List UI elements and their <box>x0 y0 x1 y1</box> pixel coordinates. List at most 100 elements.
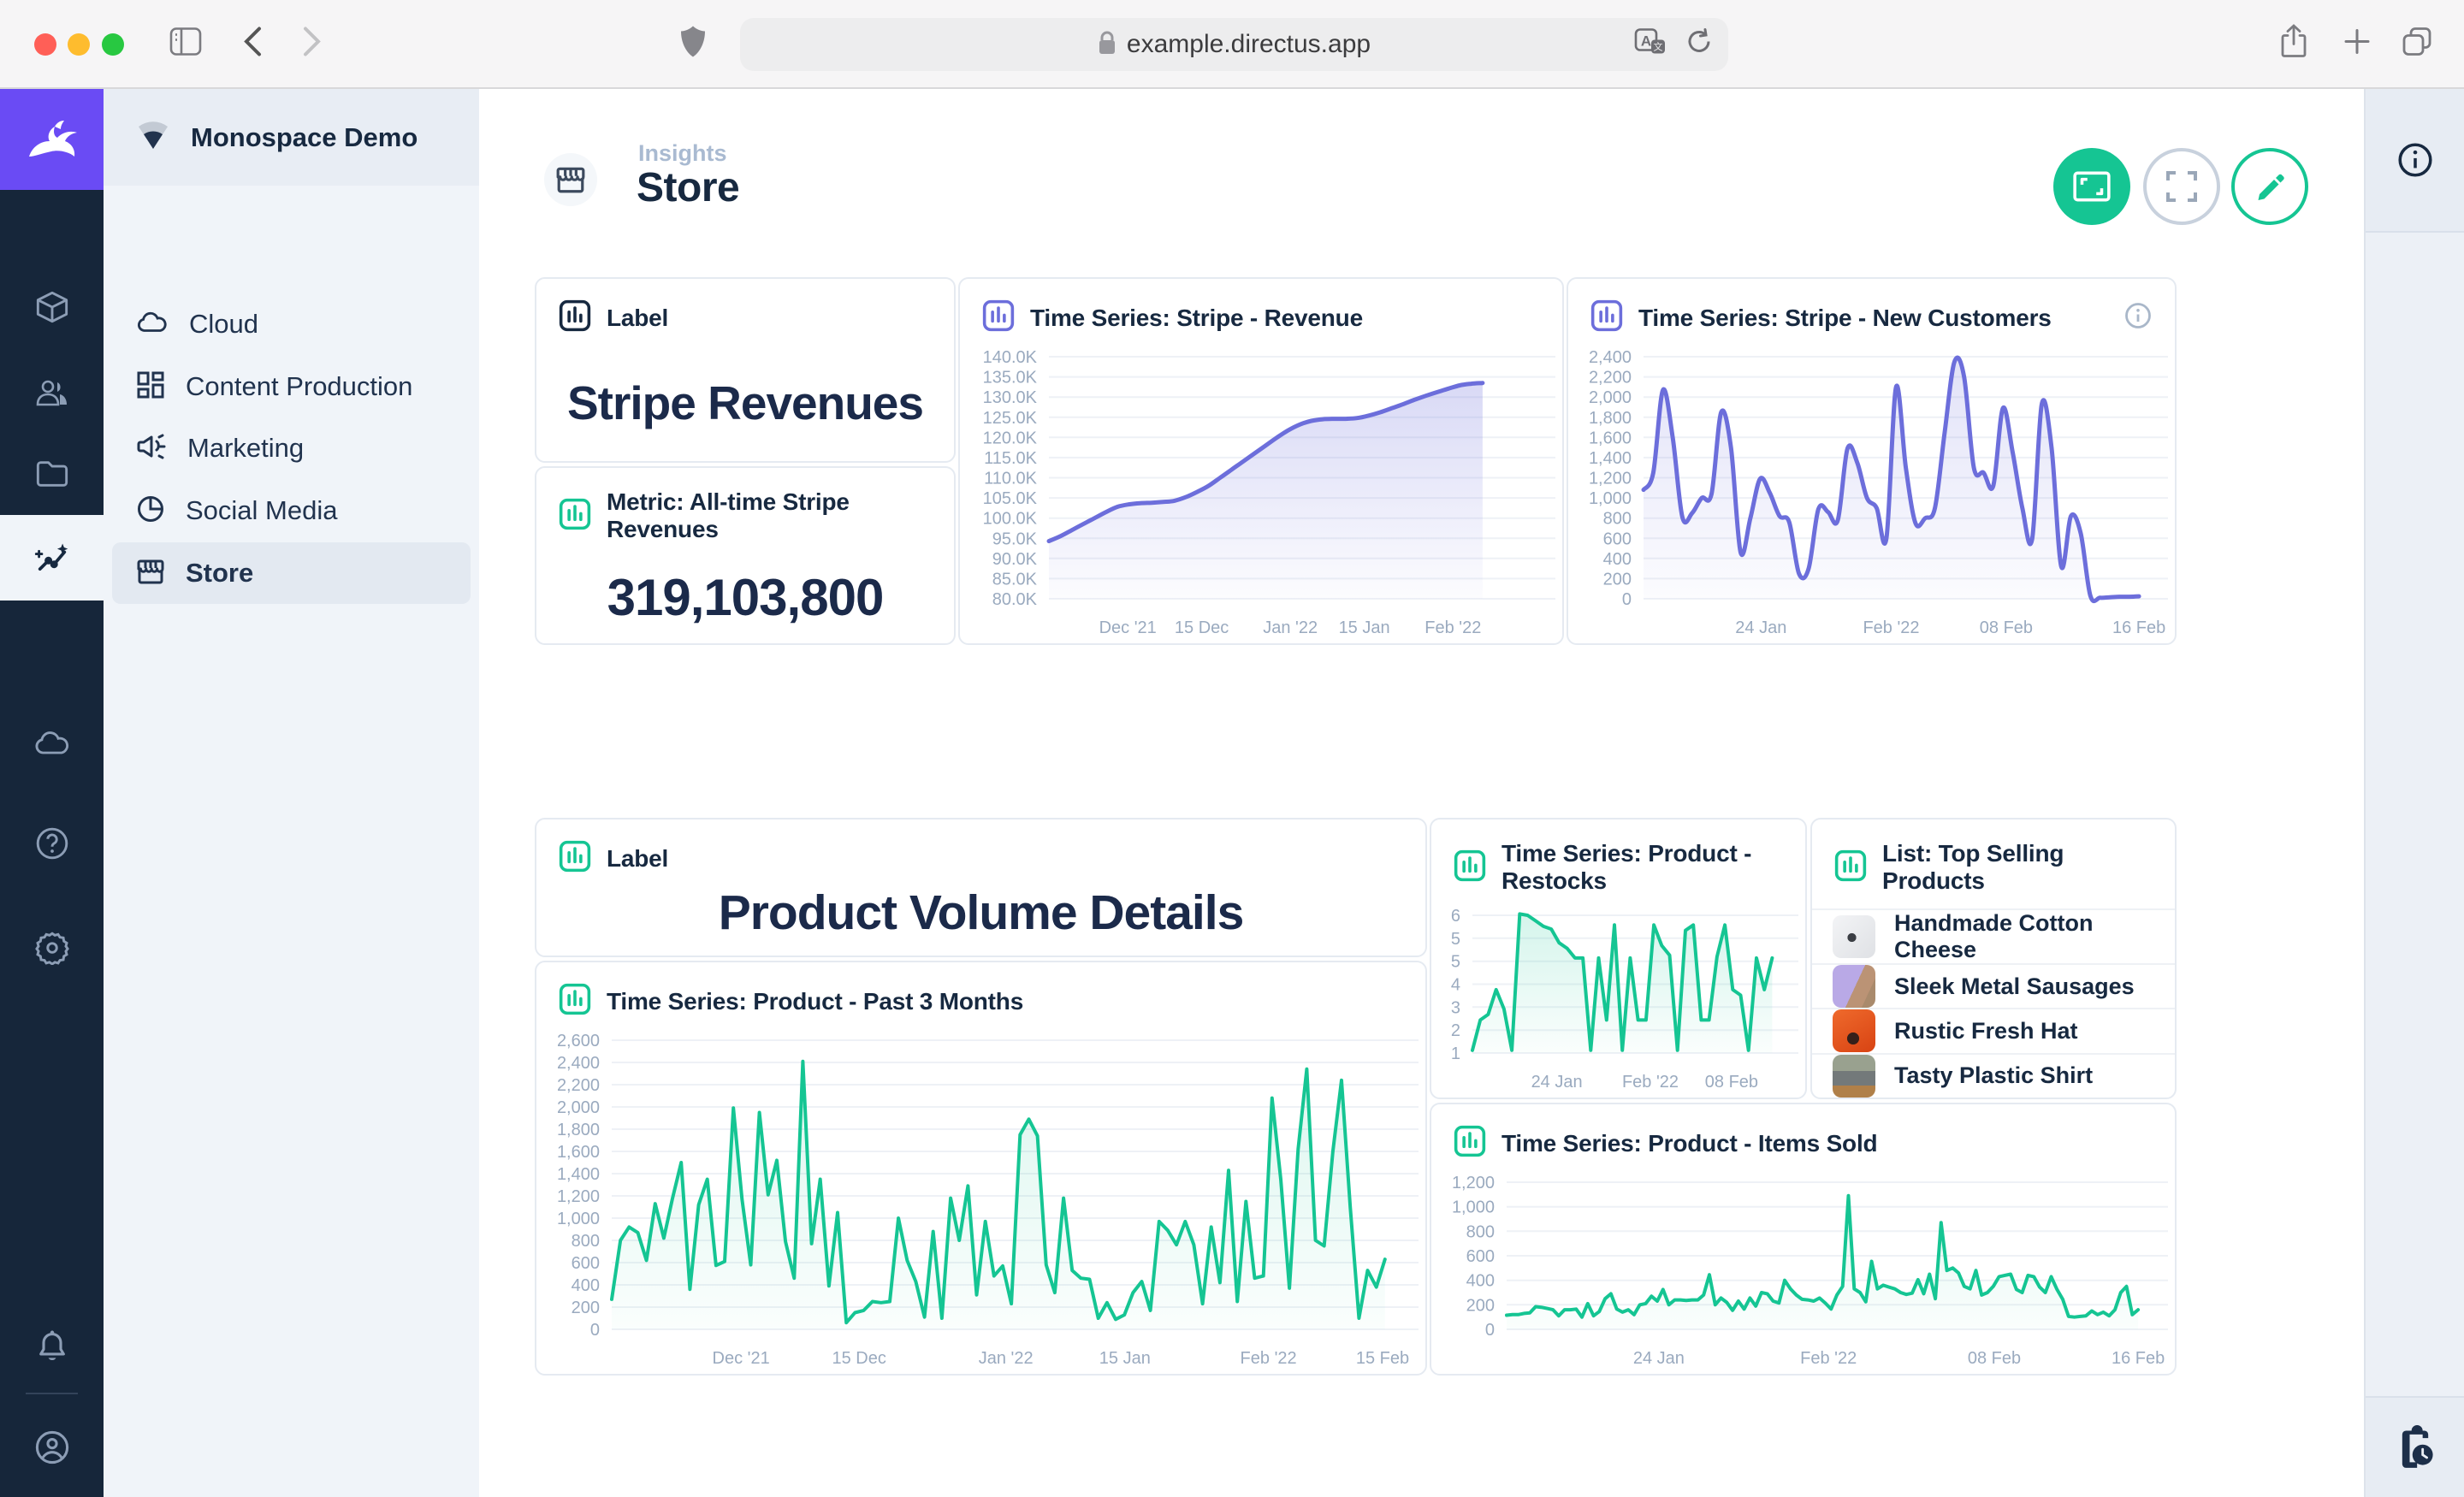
panel-title: Time Series: Product - Restocks <box>1502 840 1783 895</box>
list-item[interactable]: Handmade Cotton Cheese <box>1812 908 2175 963</box>
panel-title: Time Series: Stripe - Revenue <box>1030 305 1363 332</box>
svg-text:140.0K: 140.0K <box>983 348 1038 367</box>
activity-log-button[interactable] <box>2366 1396 2464 1497</box>
svg-text:95.0K: 95.0K <box>992 530 1038 548</box>
label-text: Product Volume Details <box>536 870 1425 956</box>
label-text: Stripe Revenues <box>536 345 954 461</box>
svg-text:2,200: 2,200 <box>557 1076 600 1095</box>
svg-text:Feb '22: Feb '22 <box>1800 1349 1857 1368</box>
right-sidebar <box>2364 89 2464 1497</box>
svg-text:16 Feb: 16 Feb <box>2112 1349 2165 1368</box>
panel-timeseries-restocks[interactable]: Time Series: Product - Restocks 12345562… <box>1430 818 1807 1099</box>
breadcrumb[interactable]: Insights <box>638 140 727 167</box>
svg-text:15 Feb: 15 Feb <box>1356 1349 1409 1368</box>
panel-type-icon <box>1590 299 1623 336</box>
sidebar-toggle-icon[interactable] <box>169 27 202 61</box>
module-help-icon[interactable] <box>0 801 104 886</box>
module-insights-icon[interactable] <box>0 515 104 601</box>
edit-dashboard-button[interactable] <box>2231 148 2308 225</box>
panel-timeseries-stripe-revenue[interactable]: Time Series: Stripe - Revenue 80.0K85.0K… <box>958 277 1564 645</box>
list-item[interactable]: Rustic Fresh Hat <box>1812 1008 2175 1052</box>
sidebar-item-marketing[interactable]: Marketing <box>112 417 471 479</box>
notifications-bell-icon[interactable] <box>0 1304 104 1389</box>
panel-title: Time Series: Product - Items Sold <box>1502 1130 1877 1157</box>
reload-icon[interactable] <box>1685 28 1713 62</box>
module-users-icon[interactable] <box>0 350 104 435</box>
svg-text:5: 5 <box>1451 930 1460 949</box>
panel-label-product[interactable]: Label Product Volume Details <box>535 818 1427 957</box>
svg-text:105.0K: 105.0K <box>983 489 1038 508</box>
panel-type-icon <box>1454 849 1486 886</box>
back-button[interactable] <box>241 25 264 63</box>
svg-text:0: 0 <box>590 1321 600 1340</box>
panel-timeseries-past-3-months[interactable]: Time Series: Product - Past 3 Months 020… <box>535 961 1427 1376</box>
sidebar-item-content-production[interactable]: Content Production <box>112 356 471 417</box>
browser-chrome: example.directus.app A文 <box>0 0 2464 89</box>
svg-text:1,200: 1,200 <box>1452 1174 1495 1192</box>
panel-type-icon <box>982 299 1015 336</box>
sidebar-item-cloud[interactable]: Cloud <box>112 293 471 355</box>
new-tab-icon[interactable] <box>2343 27 2372 61</box>
fullscreen-button[interactable] <box>2143 148 2220 225</box>
panel-timeseries-new-customers[interactable]: Time Series: Stripe - New Customers 0200… <box>1567 277 2177 645</box>
svg-text:2,200: 2,200 <box>1589 369 1632 388</box>
project-switcher[interactable]: Monospace Demo <box>104 89 479 186</box>
svg-text:24 Jan: 24 Jan <box>1633 1349 1685 1368</box>
svg-text:200: 200 <box>1603 570 1632 589</box>
privacy-shield-icon[interactable] <box>679 25 707 63</box>
megaphone-icon <box>136 433 167 464</box>
product-thumbnail <box>1833 1055 1875 1098</box>
traffic-close-button[interactable] <box>34 33 56 56</box>
traffic-minimize-button[interactable] <box>68 33 90 56</box>
user-avatar-icon[interactable] <box>0 1405 104 1490</box>
svg-text:400: 400 <box>572 1276 600 1295</box>
svg-text:Jan '22: Jan '22 <box>979 1349 1034 1368</box>
svg-text:Dec '21: Dec '21 <box>1099 618 1157 637</box>
svg-text:4: 4 <box>1451 976 1460 995</box>
panel-list-top-selling[interactable]: List: Top Selling Products Handmade Cott… <box>1810 818 2177 1099</box>
module-cloud-icon[interactable] <box>0 701 104 786</box>
product-thumbnail <box>1833 915 1875 958</box>
translate-icon[interactable]: A文 <box>1634 28 1667 62</box>
present-mode-button[interactable] <box>2053 148 2130 225</box>
svg-text:600: 600 <box>1466 1247 1495 1266</box>
list-item[interactable]: Tasty Plastic Shirt <box>1812 1053 2175 1098</box>
panel-label-stripe[interactable]: Label Stripe Revenues <box>535 277 956 463</box>
svg-text:200: 200 <box>1466 1296 1495 1315</box>
panel-info-icon[interactable] <box>2123 301 2153 334</box>
svg-text:80.0K: 80.0K <box>992 590 1038 609</box>
svg-text:110.0K: 110.0K <box>984 470 1038 488</box>
share-icon[interactable] <box>2279 24 2308 64</box>
module-content-icon[interactable] <box>0 264 104 350</box>
panel-timeseries-items-sold[interactable]: Time Series: Product - Items Sold 020040… <box>1430 1103 2177 1376</box>
svg-text:16 Feb: 16 Feb <box>2112 618 2165 637</box>
product-thumbnail <box>1833 965 1875 1008</box>
forward-button[interactable] <box>301 25 323 63</box>
panel-metric-stripe[interactable]: Metric: All-time Stripe Revenues 319,103… <box>535 466 956 645</box>
svg-text:1,000: 1,000 <box>1589 489 1632 508</box>
svg-text:120.0K: 120.0K <box>983 429 1038 447</box>
svg-text:135.0K: 135.0K <box>983 369 1038 388</box>
project-name: Monospace Demo <box>191 122 418 153</box>
svg-text:Feb '22: Feb '22 <box>1424 618 1481 637</box>
tab-overview-icon[interactable] <box>2401 26 2433 62</box>
project-icon <box>134 118 172 157</box>
dashboard-grid-icon <box>136 370 165 404</box>
svg-text:130.0K: 130.0K <box>983 388 1038 407</box>
module-bar <box>0 89 104 1497</box>
panel-type-icon <box>1834 849 1867 886</box>
sidebar-item-social-media[interactable]: Social Media <box>112 480 471 541</box>
info-sidebar-button[interactable] <box>2366 89 2464 233</box>
module-settings-icon[interactable] <box>0 904 104 990</box>
svg-text:2,600: 2,600 <box>557 1032 600 1050</box>
list-item[interactable]: Sleek Metal Sausages <box>1812 963 2175 1008</box>
sidebar-item-store[interactable]: Store <box>112 542 471 604</box>
svg-text:800: 800 <box>572 1232 600 1251</box>
url-bar[interactable]: example.directus.app A文 <box>740 18 1728 71</box>
svg-text:2,000: 2,000 <box>557 1098 600 1117</box>
page-avatar[interactable] <box>544 153 597 206</box>
directus-logo[interactable] <box>0 89 104 190</box>
traffic-zoom-button[interactable] <box>102 33 124 56</box>
svg-text:3: 3 <box>1451 998 1460 1017</box>
module-files-icon[interactable] <box>0 431 104 517</box>
